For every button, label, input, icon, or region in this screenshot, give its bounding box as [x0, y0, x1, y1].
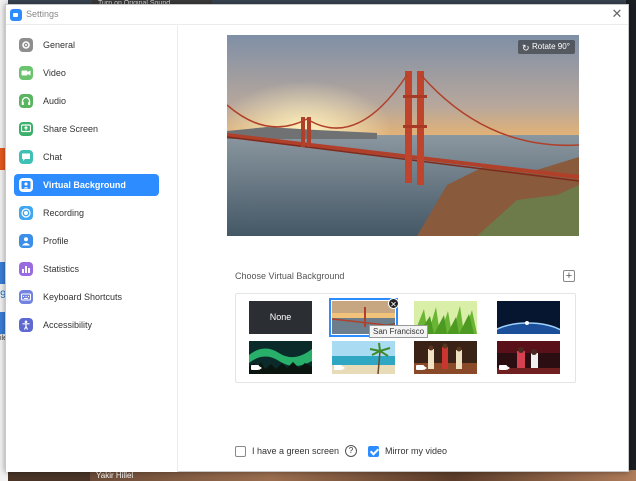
mirror-video-checkbox[interactable]	[368, 446, 379, 457]
sidebar-item-label: General	[43, 40, 76, 50]
sidebar-item-label: Audio	[43, 96, 67, 106]
help-icon[interactable]: ?	[345, 445, 357, 457]
sidebar-item-recording[interactable]: Recording	[14, 202, 159, 224]
title-bar: Settings ✕	[6, 5, 628, 25]
background-stage-thumbnail[interactable]	[414, 341, 477, 374]
add-background-button[interactable]: +	[563, 270, 575, 282]
video-camera-icon	[19, 66, 33, 80]
sidebar-item-label: Chat	[43, 152, 63, 162]
video-background-icon	[499, 365, 510, 370]
golden-gate-bridge-image	[227, 35, 579, 236]
sidebar-item-chat[interactable]: Chat	[14, 146, 159, 168]
mirror-video-option: Mirror my video	[368, 445, 468, 459]
sidebar-item-label: Statistics	[43, 264, 80, 274]
background-tooltip: San Francisco	[369, 325, 429, 338]
green-screen-option: I have a green screen ?	[235, 445, 365, 459]
chat-bubble-icon	[19, 150, 33, 164]
sidebar-item-keyboard-shortcuts[interactable]: Keyboard Shortcuts	[14, 286, 159, 308]
sidebar-item-video[interactable]: Video	[14, 62, 159, 84]
sidebar-item-label: Virtual Background	[43, 180, 126, 190]
rotate-label: Rotate 90°	[532, 42, 570, 51]
rotate-button[interactable]: ↻ Rotate 90°	[518, 40, 575, 54]
person-background-icon	[19, 178, 33, 192]
sidebar-item-label: Recording	[43, 208, 85, 218]
accessibility-icon	[19, 318, 33, 332]
sidebar-item-statistics[interactable]: Statistics	[14, 258, 159, 280]
green-screen-checkbox[interactable]	[235, 446, 246, 457]
mirror-video-label: Mirror my video	[385, 446, 448, 456]
camera-preview: ↻ Rotate 90°	[227, 35, 579, 236]
delete-background-button[interactable]: ✕	[388, 298, 399, 309]
sidebar-item-label: Profile	[43, 236, 69, 246]
green-screen-label: I have a green screen	[252, 446, 340, 456]
choose-background-label: Choose Virtual Background	[235, 271, 345, 281]
background-beach-thumbnail[interactable]	[332, 341, 395, 374]
virtual-background-panel: ↻ Rotate 90° Choose Virtual Background +…	[179, 26, 628, 472]
statistics-icon	[19, 262, 33, 276]
window-title: Settings	[26, 9, 59, 19]
sidebar-item-label: Share Screen	[43, 124, 99, 134]
desktop-participant-name: Yakir Hillel	[96, 471, 134, 480]
background-aurora-thumbnail[interactable]	[249, 341, 312, 374]
gear-icon	[19, 38, 33, 52]
background-gallery: None ✕	[235, 293, 576, 383]
earth-image	[497, 301, 560, 334]
zoom-app-icon	[10, 9, 22, 21]
sidebar-item-accessibility[interactable]: Accessibility	[14, 314, 159, 336]
sidebar-item-general[interactable]: General	[14, 34, 159, 56]
video-background-icon	[334, 365, 345, 370]
sidebar-item-label: Video	[43, 68, 66, 78]
settings-window: Settings ✕ General Video Audio Share Screen…	[5, 4, 629, 472]
background-earth-thumbnail[interactable]	[497, 301, 560, 334]
background-none-thumbnail[interactable]: None	[249, 301, 312, 334]
sidebar-item-audio[interactable]: Audio	[14, 90, 159, 112]
sidebar-item-profile[interactable]: Profile	[14, 230, 159, 252]
record-icon	[19, 206, 33, 220]
settings-sidebar: General Video Audio Share Screen Chat Virtual…	[6, 26, 178, 472]
rotate-icon: ↻	[522, 43, 530, 53]
sidebar-item-label: Accessibility	[43, 320, 93, 330]
sidebar-item-label: Keyboard Shortcuts	[43, 292, 123, 302]
video-background-icon	[416, 365, 427, 370]
sidebar-item-share-screen[interactable]: Share Screen	[14, 118, 159, 140]
sidebar-item-virtual-background[interactable]: Virtual Background	[14, 174, 159, 196]
profile-icon	[19, 234, 33, 248]
video-background-icon	[251, 365, 262, 370]
close-button[interactable]: ✕	[610, 7, 624, 21]
background-concert-thumbnail[interactable]	[497, 341, 560, 374]
share-screen-icon	[19, 122, 33, 136]
keyboard-icon	[19, 290, 33, 304]
headphones-icon	[19, 94, 33, 108]
